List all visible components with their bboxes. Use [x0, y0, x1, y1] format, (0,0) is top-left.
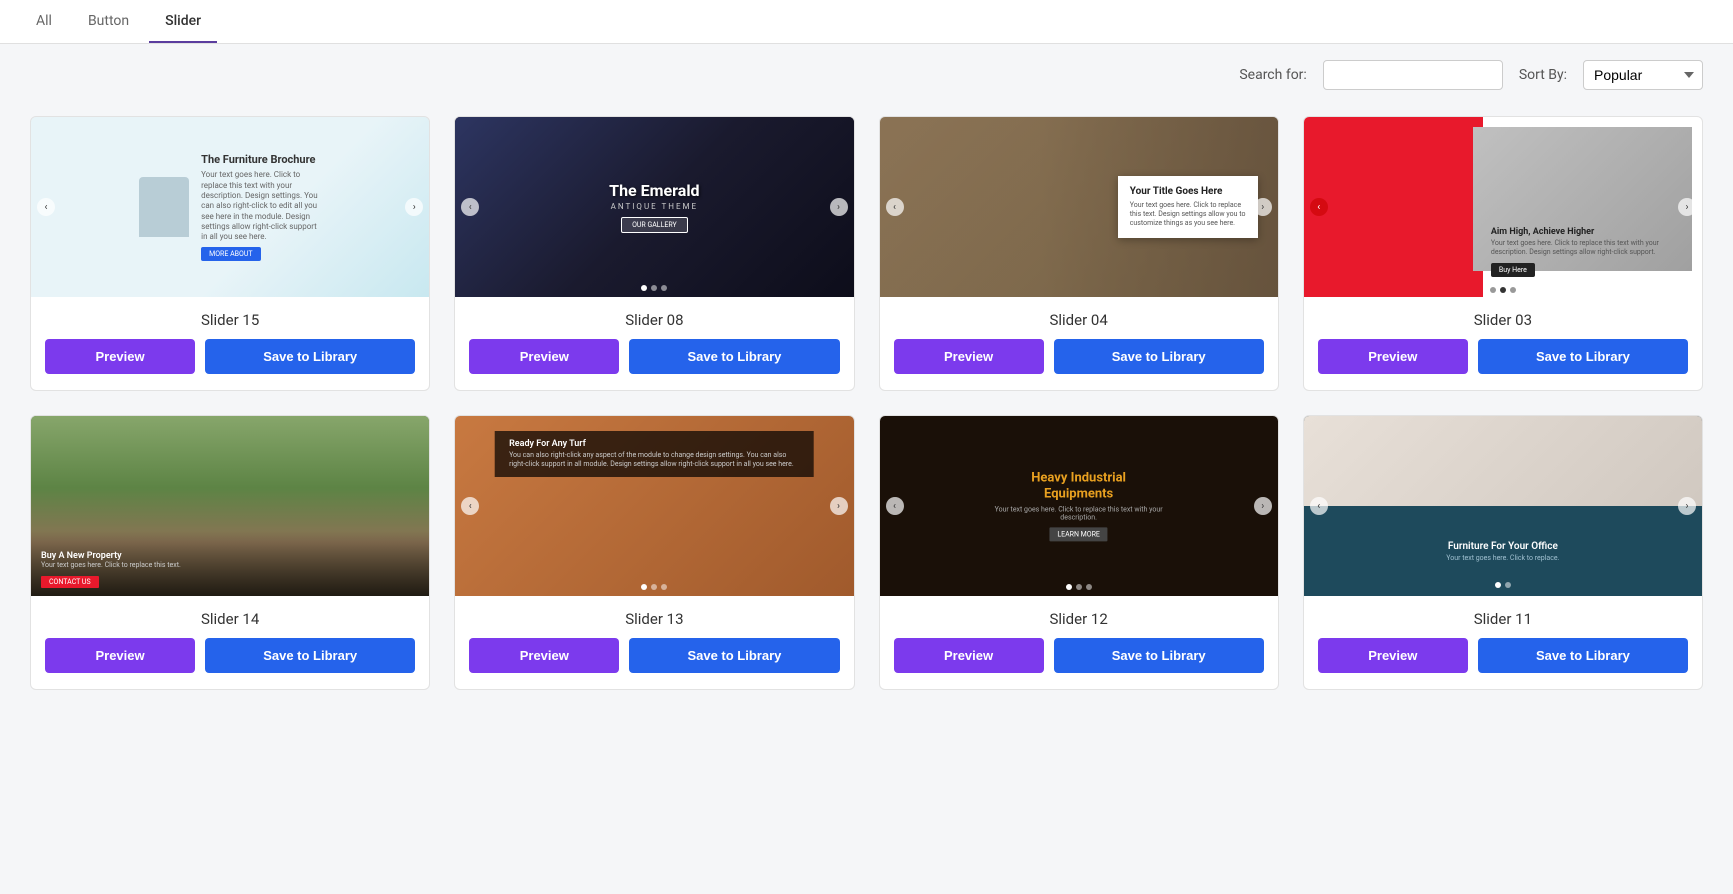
nav-arrow-right-04[interactable]: ›: [1254, 198, 1272, 216]
thumbnail-slider-14: Buy A New Property Your text goes here. …: [31, 416, 429, 596]
card-actions-slider-12: Preview Save to Library: [880, 638, 1278, 689]
card-slider-14: Buy A New Property Your text goes here. …: [30, 415, 430, 690]
sort-label: Sort By:: [1519, 67, 1567, 83]
card-title-slider-08: Slider 08: [455, 297, 853, 339]
card-actions-slider-04: Preview Save to Library: [880, 339, 1278, 390]
tab-button[interactable]: Button: [72, 1, 145, 43]
card-slider-03: Aim High, Achieve Higher Your text goes …: [1303, 116, 1703, 391]
card-actions-slider-13: Preview Save to Library: [455, 638, 853, 689]
search-label: Search for:: [1239, 67, 1306, 83]
card-actions-slider-14: Preview Save to Library: [31, 638, 429, 689]
search-input[interactable]: [1323, 60, 1503, 90]
card-slider-04: Your Title Goes Here Your text goes here…: [879, 116, 1279, 391]
preview-button-slider-08[interactable]: Preview: [469, 339, 619, 374]
card-slider-08: The Emerald ANTIQUE THEME OUR GALLERY ‹ …: [454, 116, 854, 391]
preview-button-slider-14[interactable]: Preview: [45, 638, 195, 673]
save-button-slider-13[interactable]: Save to Library: [629, 638, 839, 673]
nav-arrow-right-08[interactable]: ›: [830, 198, 848, 216]
thumbnail-slider-12: Heavy IndustrialEquipments Your text goe…: [880, 416, 1278, 596]
thumbnail-slider-15: The Furniture Brochure Your text goes he…: [31, 117, 429, 297]
save-button-slider-14[interactable]: Save to Library: [205, 638, 415, 673]
save-button-slider-11[interactable]: Save to Library: [1478, 638, 1688, 673]
preview-button-slider-15[interactable]: Preview: [45, 339, 195, 374]
save-button-slider-15[interactable]: Save to Library: [205, 339, 415, 374]
card-actions-slider-03: Preview Save to Library: [1304, 339, 1702, 390]
card-title-slider-13: Slider 13: [455, 596, 853, 638]
toolbar: Search for: Sort By: Popular Newest Olde…: [0, 44, 1733, 106]
nav-arrow-right-12[interactable]: ›: [1254, 497, 1272, 515]
nav-arrow-left-04[interactable]: ‹: [886, 198, 904, 216]
preview-button-slider-12[interactable]: Preview: [894, 638, 1044, 673]
nav-arrow-left-15[interactable]: ‹: [37, 198, 55, 216]
preview-button-slider-04[interactable]: Preview: [894, 339, 1044, 374]
preview-button-slider-11[interactable]: Preview: [1318, 638, 1468, 673]
thumbnail-slider-03: Aim High, Achieve Higher Your text goes …: [1304, 117, 1702, 297]
nav-arrow-left-08[interactable]: ‹: [461, 198, 479, 216]
save-button-slider-03[interactable]: Save to Library: [1478, 339, 1688, 374]
thumbnail-slider-13: Ready For Any Turf You can also right-cl…: [455, 416, 853, 596]
thumbnail-slider-11: Furniture For Your Office Your text goes…: [1304, 416, 1702, 596]
card-title-slider-03: Slider 03: [1304, 297, 1702, 339]
nav-arrow-right-15[interactable]: ›: [405, 198, 423, 216]
card-slider-13: Ready For Any Turf You can also right-cl…: [454, 415, 854, 690]
card-title-slider-11: Slider 11: [1304, 596, 1702, 638]
card-actions-slider-15: Preview Save to Library: [31, 339, 429, 390]
nav-arrow-right-13[interactable]: ›: [830, 497, 848, 515]
nav-arrow-left-13[interactable]: ‹: [461, 497, 479, 515]
card-title-slider-15: Slider 15: [31, 297, 429, 339]
card-slider-11: Furniture For Your Office Your text goes…: [1303, 415, 1703, 690]
nav-arrow-right-03[interactable]: ›: [1678, 198, 1696, 216]
nav-arrow-left-11[interactable]: ‹: [1310, 497, 1328, 515]
card-title-slider-12: Slider 12: [880, 596, 1278, 638]
nav-arrow-right-11[interactable]: ›: [1678, 497, 1696, 515]
tab-all[interactable]: All: [20, 1, 68, 43]
preview-button-slider-03[interactable]: Preview: [1318, 339, 1468, 374]
card-actions-slider-11: Preview Save to Library: [1304, 638, 1702, 689]
save-button-slider-04[interactable]: Save to Library: [1054, 339, 1264, 374]
save-button-slider-08[interactable]: Save to Library: [629, 339, 839, 374]
card-slider-15: The Furniture Brochure Your text goes he…: [30, 116, 430, 391]
thumbnail-slider-04: Your Title Goes Here Your text goes here…: [880, 117, 1278, 297]
card-slider-12: Heavy IndustrialEquipments Your text goe…: [879, 415, 1279, 690]
card-title-slider-14: Slider 14: [31, 596, 429, 638]
tab-bar: All Button Slider: [0, 0, 1733, 44]
save-button-slider-12[interactable]: Save to Library: [1054, 638, 1264, 673]
thumbnail-slider-08: The Emerald ANTIQUE THEME OUR GALLERY ‹ …: [455, 117, 853, 297]
nav-arrow-left-12[interactable]: ‹: [886, 497, 904, 515]
cards-grid: The Furniture Brochure Your text goes he…: [0, 106, 1733, 720]
sort-select[interactable]: Popular Newest Oldest: [1583, 60, 1703, 90]
nav-arrow-left-03[interactable]: ‹: [1310, 198, 1328, 216]
preview-button-slider-13[interactable]: Preview: [469, 638, 619, 673]
card-title-slider-04: Slider 04: [880, 297, 1278, 339]
card-actions-slider-08: Preview Save to Library: [455, 339, 853, 390]
tab-slider[interactable]: Slider: [149, 1, 217, 43]
